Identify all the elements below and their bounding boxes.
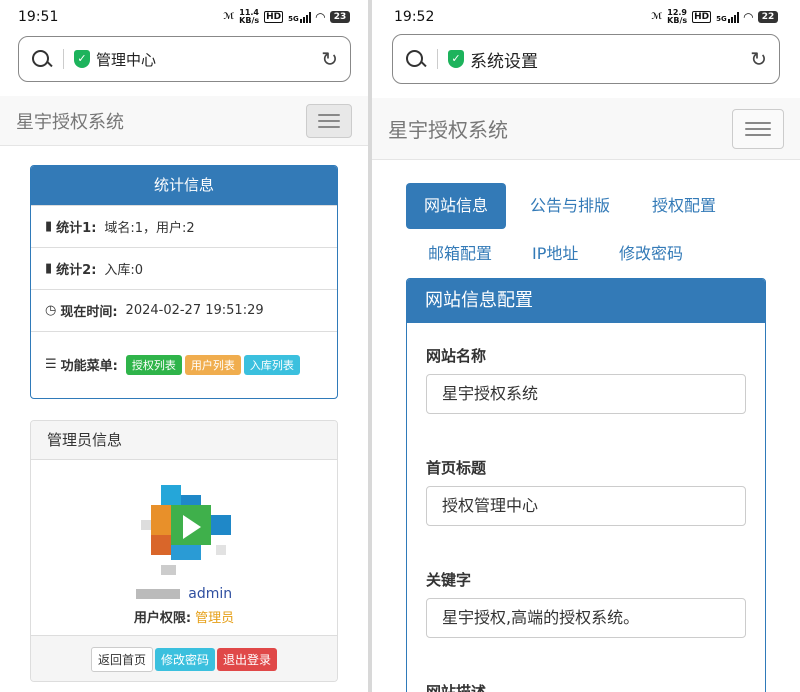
menu-toggle-button[interactable] bbox=[732, 108, 784, 149]
tab-site-info[interactable]: 网站信息 bbox=[406, 183, 507, 229]
wifi-icon: ◠ bbox=[743, 10, 753, 24]
site-name-label: 网站名称 bbox=[426, 347, 487, 365]
back-home-button[interactable]: 返回首页 bbox=[90, 647, 153, 672]
status-bar: 19:51 ℳ 11.4 KB/s HD 5G ◠ 23 bbox=[0, 0, 368, 34]
tab-auth-config[interactable]: 授权配置 bbox=[634, 183, 734, 229]
menu-toggle-button[interactable] bbox=[306, 103, 352, 138]
search-icon[interactable] bbox=[31, 49, 51, 69]
tab-change-password[interactable]: 修改密码 bbox=[601, 231, 701, 277]
signal-icon: 5G bbox=[716, 11, 739, 23]
change-password-button[interactable]: 修改密码 bbox=[154, 648, 215, 671]
tab-email-config[interactable]: 邮箱配置 bbox=[410, 231, 510, 277]
admin-panel-title: 管理员信息 bbox=[31, 421, 337, 460]
nfc-icon: ℳ bbox=[651, 12, 663, 22]
address-bar[interactable]: ✓ 管理中心 ↻ bbox=[18, 36, 351, 82]
auth-list-button[interactable]: 授权列表 bbox=[125, 354, 182, 375]
tab-announcement-layout[interactable]: 公告与排版 bbox=[512, 183, 628, 229]
reload-icon[interactable]: ↻ bbox=[750, 47, 767, 71]
site-description-label: 网站描述 bbox=[426, 683, 487, 692]
battery-icon: 22 bbox=[758, 11, 778, 23]
home-title-label: 首页标题 bbox=[426, 459, 487, 477]
clock-icon: ◷ bbox=[45, 303, 57, 318]
status-time: 19:51 bbox=[18, 9, 59, 25]
right-screen: 19:52 ℳ 12.9 KB/s HD 5G ◠ 22 ✓ 系统设置 ↻ 星宇授… bbox=[372, 0, 800, 692]
stat2-row: ▮ 统计2: 入库:0 bbox=[31, 247, 337, 289]
menu-row: ☰ 功能菜单: 授权列表 用户列表 入库列表 bbox=[31, 331, 337, 397]
storage-list-button[interactable]: 入库列表 bbox=[243, 354, 300, 375]
url-text[interactable]: 系统设置 bbox=[470, 47, 750, 72]
wifi-icon: ◠ bbox=[315, 10, 325, 24]
avatar bbox=[131, 475, 241, 585]
admin-permission-row: 用户权限: 管理员 bbox=[133, 611, 235, 626]
navbar: 星宇授权系统 bbox=[372, 98, 800, 160]
tab-ip-address[interactable]: IP地址 bbox=[514, 231, 596, 277]
signal-icon: 5G bbox=[288, 11, 311, 23]
secure-shield-icon: ✓ bbox=[448, 50, 464, 68]
stats-panel-title: 统计信息 bbox=[31, 166, 337, 205]
time-row: ◷ 现在时间: 2024-02-27 19:51:29 bbox=[31, 289, 337, 331]
site-name-input[interactable]: 星宇授权系统 bbox=[426, 374, 746, 414]
home-title-input[interactable]: 授权管理中心 bbox=[426, 486, 746, 526]
stat1-row: ▮ 统计1: 域名:1，用户:2 bbox=[31, 205, 337, 247]
navbar: 星宇授权系统 bbox=[0, 96, 368, 146]
admin-panel: 管理员信息 admin 用户权限: 管理员 返回首页 修改密码 退出登录 bbox=[30, 420, 338, 682]
bar-chart-icon: ▮ bbox=[45, 219, 53, 234]
hd-icon: HD bbox=[264, 11, 284, 23]
admin-username: admin bbox=[188, 586, 233, 602]
search-icon[interactable] bbox=[405, 49, 425, 69]
brand-title[interactable]: 星宇授权系统 bbox=[388, 114, 508, 143]
net-speed: 12.9 KB/s bbox=[667, 8, 688, 25]
left-screen: 19:51 ℳ 11.4 KB/s HD 5G ◠ 23 ✓ 管理中心 ↻ 星宇授… bbox=[0, 0, 368, 692]
reload-icon[interactable]: ↻ bbox=[321, 47, 338, 71]
keywords-input[interactable]: 星宇授权,高端的授权系统。 bbox=[426, 598, 746, 638]
brand-title[interactable]: 星宇授权系统 bbox=[16, 108, 124, 134]
list-icon: ☰ bbox=[45, 357, 57, 372]
site-config-title: 网站信息配置 bbox=[407, 279, 765, 323]
status-time: 19:52 bbox=[394, 9, 435, 25]
url-text[interactable]: 管理中心 bbox=[96, 49, 321, 70]
username-label-blurred bbox=[135, 589, 180, 599]
keywords-label: 关键字 bbox=[426, 571, 472, 589]
net-speed: 11.4 KB/s bbox=[239, 8, 260, 25]
admin-username-row: admin bbox=[31, 586, 337, 602]
nfc-icon: ℳ bbox=[223, 12, 235, 22]
status-bar: 19:52 ℳ 12.9 KB/s HD 5G ◠ 22 bbox=[372, 0, 800, 34]
site-config-panel: 网站信息配置 网站名称 星宇授权系统 首页标题 授权管理中心 关键字 星宇授权,… bbox=[406, 278, 766, 692]
admin-actions: 返回首页 修改密码 退出登录 bbox=[31, 635, 337, 681]
user-list-button[interactable]: 用户列表 bbox=[184, 354, 241, 375]
secure-shield-icon: ✓ bbox=[74, 50, 90, 68]
battery-icon: 23 bbox=[330, 11, 350, 23]
stats-panel: 统计信息 ▮ 统计1: 域名:1，用户:2 ▮ 统计2: 入库:0 ◷ 现在时间… bbox=[30, 165, 338, 399]
logout-button[interactable]: 退出登录 bbox=[217, 648, 278, 671]
address-bar[interactable]: ✓ 系统设置 ↻ bbox=[392, 34, 780, 84]
hd-icon: HD bbox=[692, 11, 712, 23]
bar-chart-icon: ▮ bbox=[45, 261, 53, 276]
